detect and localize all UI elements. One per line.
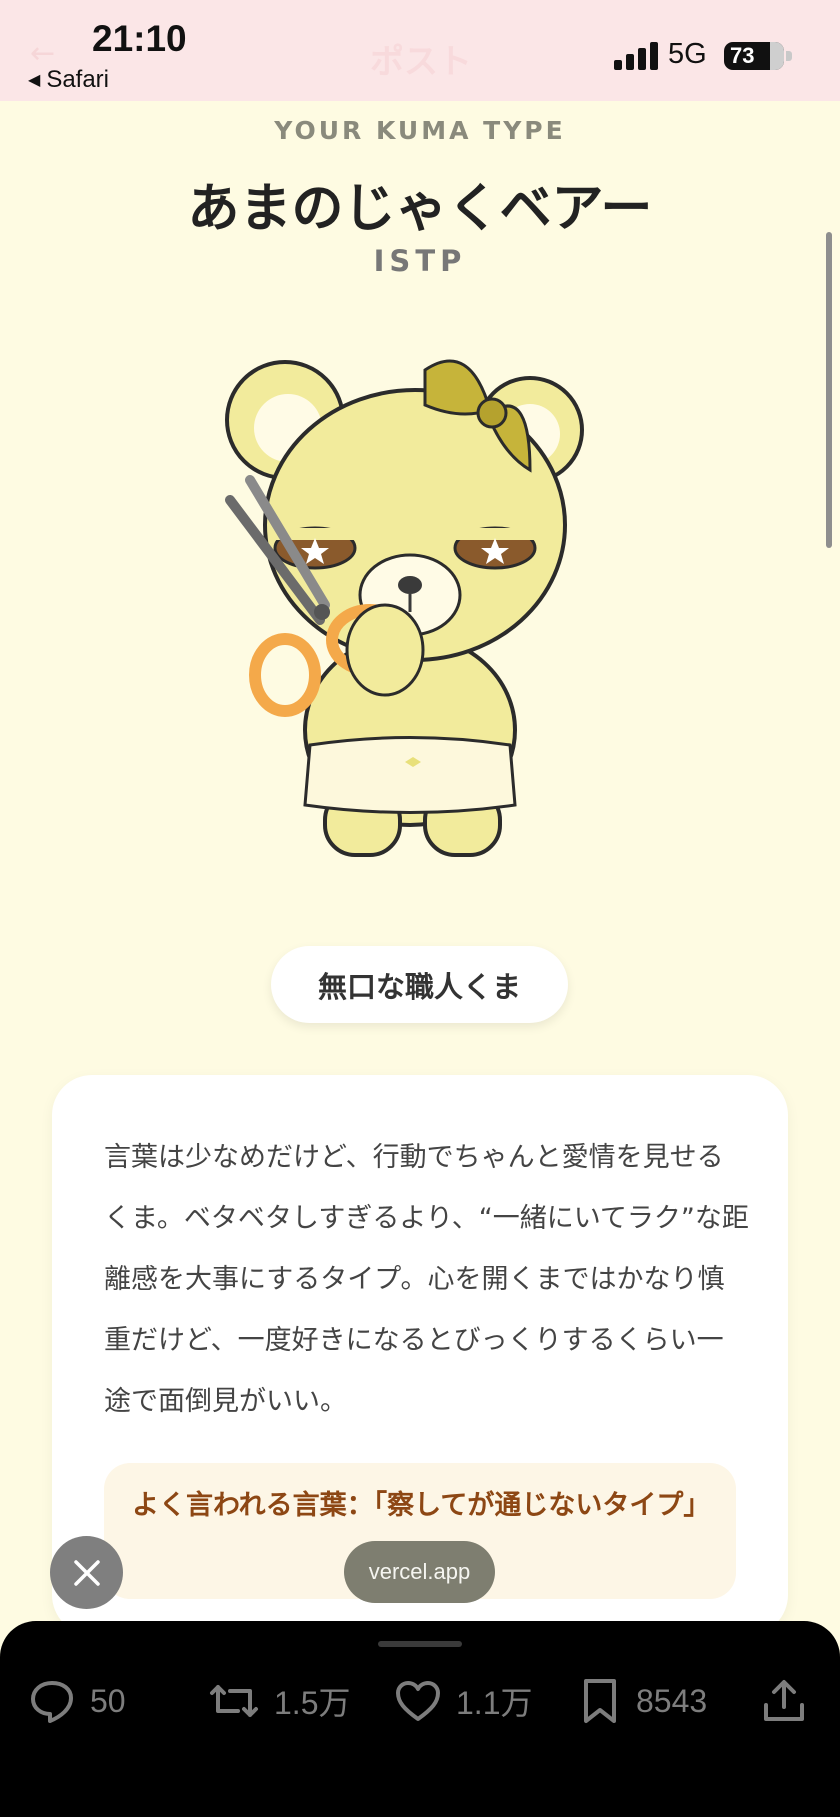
faded-page-title: ポスト (370, 43, 472, 81)
like-icon (396, 1681, 440, 1721)
battery-level: 73 (730, 43, 755, 68)
back-app-label: Safari (46, 66, 110, 93)
share-icon (764, 1680, 804, 1721)
repost-button[interactable]: 1.5万 (208, 1673, 351, 1729)
close-icon (73, 1559, 100, 1586)
back-triangle-icon: ◀ (28, 72, 41, 89)
reply-button[interactable]: 50 (28, 1673, 126, 1729)
reply-count: 50 (90, 1682, 126, 1719)
share-button[interactable] (760, 1673, 808, 1729)
repost-icon (210, 1685, 258, 1717)
sheet-grabber[interactable] (378, 1641, 462, 1647)
bear-illustration (225, 359, 584, 857)
type-description: 言葉は少なめだけど、行動でちゃんと愛情を見せるくま。ベタベタしすぎるより、“一緒… (104, 1142, 749, 1417)
battery-icon: 73 (724, 42, 792, 70)
type-code: ISTP (373, 244, 467, 278)
result-kicker: YOUR KUMA TYPE (274, 116, 566, 145)
type-name: あまのじゃくベアー (187, 179, 653, 239)
bookmark-button[interactable]: 8543 (578, 1673, 707, 1729)
bookmark-icon (584, 1679, 616, 1723)
domain-pill[interactable]: vercel.app (344, 1541, 495, 1603)
status-time: 21:10 (92, 18, 187, 59)
nickname-pill: 無口な職人くま (271, 946, 568, 1023)
reply-icon (31, 1681, 73, 1723)
status-bar: ← ポスト 21:10 ◀ Safari 5G 73 (0, 0, 840, 101)
repost-count: 1.5万 (274, 1685, 351, 1721)
like-count: 1.1万 (456, 1685, 533, 1721)
back-to-safari-button[interactable]: ◀ Safari (28, 66, 109, 94)
like-button[interactable]: 1.1万 (394, 1673, 533, 1729)
bookmark-count: 8543 (636, 1682, 708, 1719)
battery-empty-segment (770, 42, 784, 70)
close-button[interactable] (50, 1536, 123, 1609)
network-label: 5G (668, 38, 707, 70)
scroll-indicator[interactable] (826, 232, 832, 548)
signal-icon (614, 42, 660, 70)
post-action-bar: 50 1.5万 1.1万 8543 (0, 1621, 840, 1817)
